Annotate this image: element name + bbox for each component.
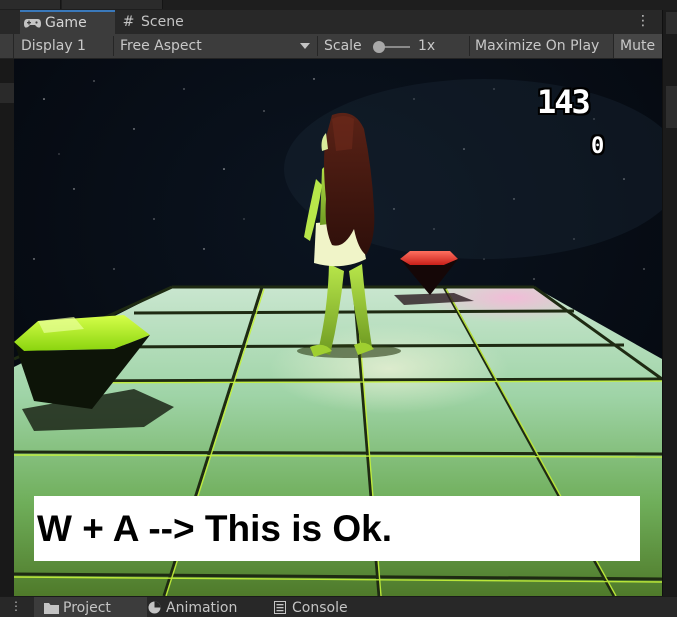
- tab-animation-label: Animation: [166, 599, 238, 616]
- tab-game-label: Game: [45, 15, 87, 31]
- scale-label: Scale: [324, 34, 372, 58]
- tab-project[interactable]: Project: [34, 597, 147, 617]
- gamepad-icon: [24, 16, 41, 30]
- animation-icon: [146, 601, 162, 614]
- left-panel-edge: [0, 59, 14, 596]
- unity-editor-window: Game # Scene ⋮ Display 1 Free Aspect Sca…: [0, 0, 677, 617]
- mute-button[interactable]: Mute: [613, 34, 662, 58]
- tab-scene[interactable]: # Scene: [120, 10, 210, 34]
- game-viewport[interactable]: 143 0 W + A --> This is Ok.: [14, 59, 662, 596]
- caption-text: W + A --> This is Ok.: [37, 507, 392, 549]
- caption-overlay: W + A --> This is Ok.: [34, 496, 640, 561]
- bottom-tab-bar: ⋮ Project Animation Console: [0, 596, 677, 617]
- right-panel-edge: [662, 10, 677, 596]
- counter-display: 0: [591, 134, 605, 159]
- display-dropdown-label: Display 1: [21, 38, 86, 54]
- aspect-dropdown[interactable]: Free Aspect: [114, 34, 316, 58]
- scale-label-text: Scale: [324, 38, 362, 54]
- more-options-icon[interactable]: ⋮: [10, 599, 22, 613]
- score-display: 143: [537, 83, 591, 121]
- folder-icon: [43, 601, 59, 614]
- tab-scene-label: Scene: [141, 14, 184, 30]
- maximize-on-play-label: Maximize On Play: [475, 38, 600, 54]
- display-dropdown[interactable]: Display 1: [13, 34, 111, 58]
- scale-slider-handle[interactable]: [373, 41, 385, 53]
- maximize-on-play-button[interactable]: Maximize On Play: [470, 34, 612, 58]
- toolbar-divider: [317, 36, 318, 56]
- console-icon: [272, 601, 288, 614]
- scale-value: 1x: [418, 34, 448, 58]
- chevron-down-icon: [300, 43, 310, 49]
- more-options-icon[interactable]: ⋮: [636, 14, 650, 28]
- hidden-tab-stub[interactable]: [0, 0, 61, 9]
- tab-game[interactable]: Game: [20, 10, 115, 34]
- scale-value-text: 1x: [418, 38, 436, 54]
- mute-label: Mute: [620, 38, 656, 54]
- hidden-tab-stub[interactable]: [62, 0, 163, 9]
- game-view-toolbar: Display 1 Free Aspect Scale 1x Maximize …: [0, 34, 662, 59]
- view-tab-bar: Game # Scene ⋮: [0, 10, 662, 34]
- aspect-dropdown-label: Free Aspect: [120, 38, 202, 54]
- tab-console[interactable]: Console: [272, 597, 372, 617]
- tab-project-label: Project: [63, 599, 111, 616]
- tab-console-label: Console: [292, 599, 348, 616]
- grid-icon: #: [122, 14, 135, 30]
- tab-animation[interactable]: Animation: [146, 597, 264, 617]
